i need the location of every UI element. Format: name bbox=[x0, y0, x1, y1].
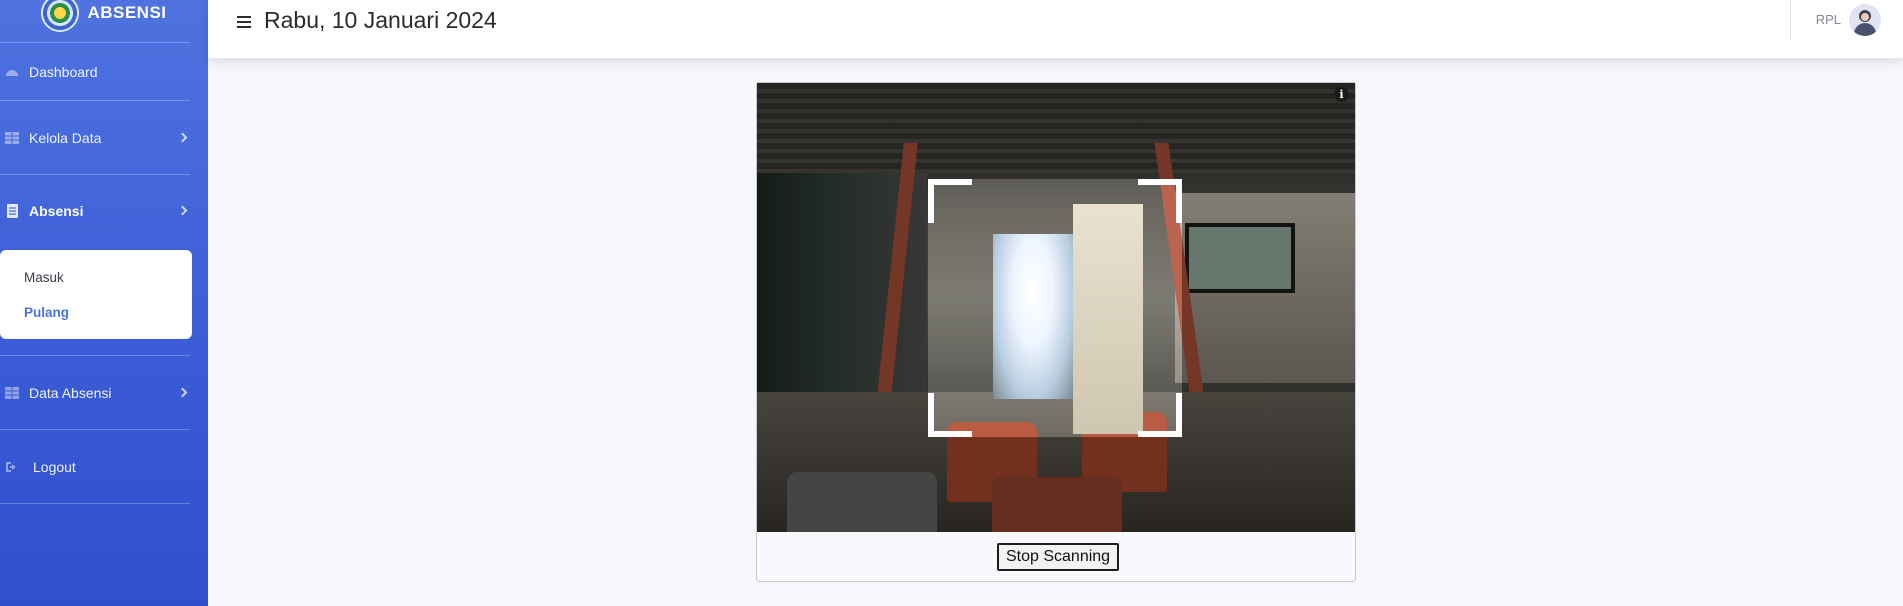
sidebar-item-absensi[interactable]: Absensi bbox=[0, 175, 208, 246]
avatar[interactable] bbox=[1849, 3, 1881, 36]
scan-corner bbox=[928, 393, 972, 437]
sidebar-item-label: Kelola Data bbox=[29, 129, 102, 146]
sidebar-item-data-absensi[interactable]: Data Absensi bbox=[0, 356, 208, 429]
sidebar-item-label: Data Absensi bbox=[29, 384, 112, 401]
qr-scanner: i Stop Scanning bbox=[756, 82, 1356, 582]
camera-preview: i bbox=[757, 83, 1355, 532]
sign-out-icon bbox=[4, 459, 20, 475]
topbar: Rabu, 10 Januari 2024 RPL bbox=[208, 0, 1903, 58]
sidebar-item-label: Dashboard bbox=[29, 63, 98, 80]
scan-corner bbox=[1138, 393, 1182, 437]
sidebar-item-label: Absensi bbox=[29, 202, 84, 219]
chevron-right-icon bbox=[177, 132, 188, 143]
sidebar-divider bbox=[0, 503, 190, 504]
user-name: RPL bbox=[1815, 12, 1841, 27]
scan-corner bbox=[928, 179, 972, 223]
table-icon bbox=[4, 130, 20, 146]
page-title: Rabu, 10 Januari 2024 bbox=[264, 6, 497, 33]
submenu-item-masuk[interactable]: Masuk bbox=[0, 260, 192, 295]
sidebar-item-label: Logout bbox=[33, 458, 76, 475]
sidebar-item-kelola-data[interactable]: Kelola Data bbox=[0, 101, 208, 174]
sidebar: ABSENSI Dashboard Kelola Data Absensi Ma… bbox=[0, 0, 208, 606]
table-icon bbox=[4, 385, 20, 401]
submenu-item-pulang[interactable]: Pulang bbox=[0, 295, 192, 330]
info-icon[interactable]: i bbox=[1334, 87, 1349, 102]
hamburger-menu-icon[interactable] bbox=[237, 15, 251, 28]
tachometer-icon bbox=[4, 64, 20, 80]
stop-scanning-button[interactable]: Stop Scanning bbox=[997, 543, 1120, 571]
chevron-right-icon bbox=[177, 205, 188, 216]
sidebar-item-logout[interactable]: Logout bbox=[0, 430, 208, 503]
chevron-right-icon bbox=[177, 387, 188, 398]
school-logo-icon bbox=[41, 0, 80, 32]
absensi-submenu: Masuk Pulang bbox=[0, 250, 192, 339]
clipboard-icon bbox=[4, 203, 20, 219]
brand[interactable]: ABSENSI bbox=[0, 0, 208, 42]
sidebar-item-dashboard[interactable]: Dashboard bbox=[0, 43, 208, 100]
scan-corner bbox=[1138, 179, 1182, 223]
user-menu[interactable]: RPL bbox=[1789, 0, 1903, 49]
brand-title: ABSENSI bbox=[87, 3, 167, 22]
topbar-divider bbox=[1789, 0, 1791, 40]
